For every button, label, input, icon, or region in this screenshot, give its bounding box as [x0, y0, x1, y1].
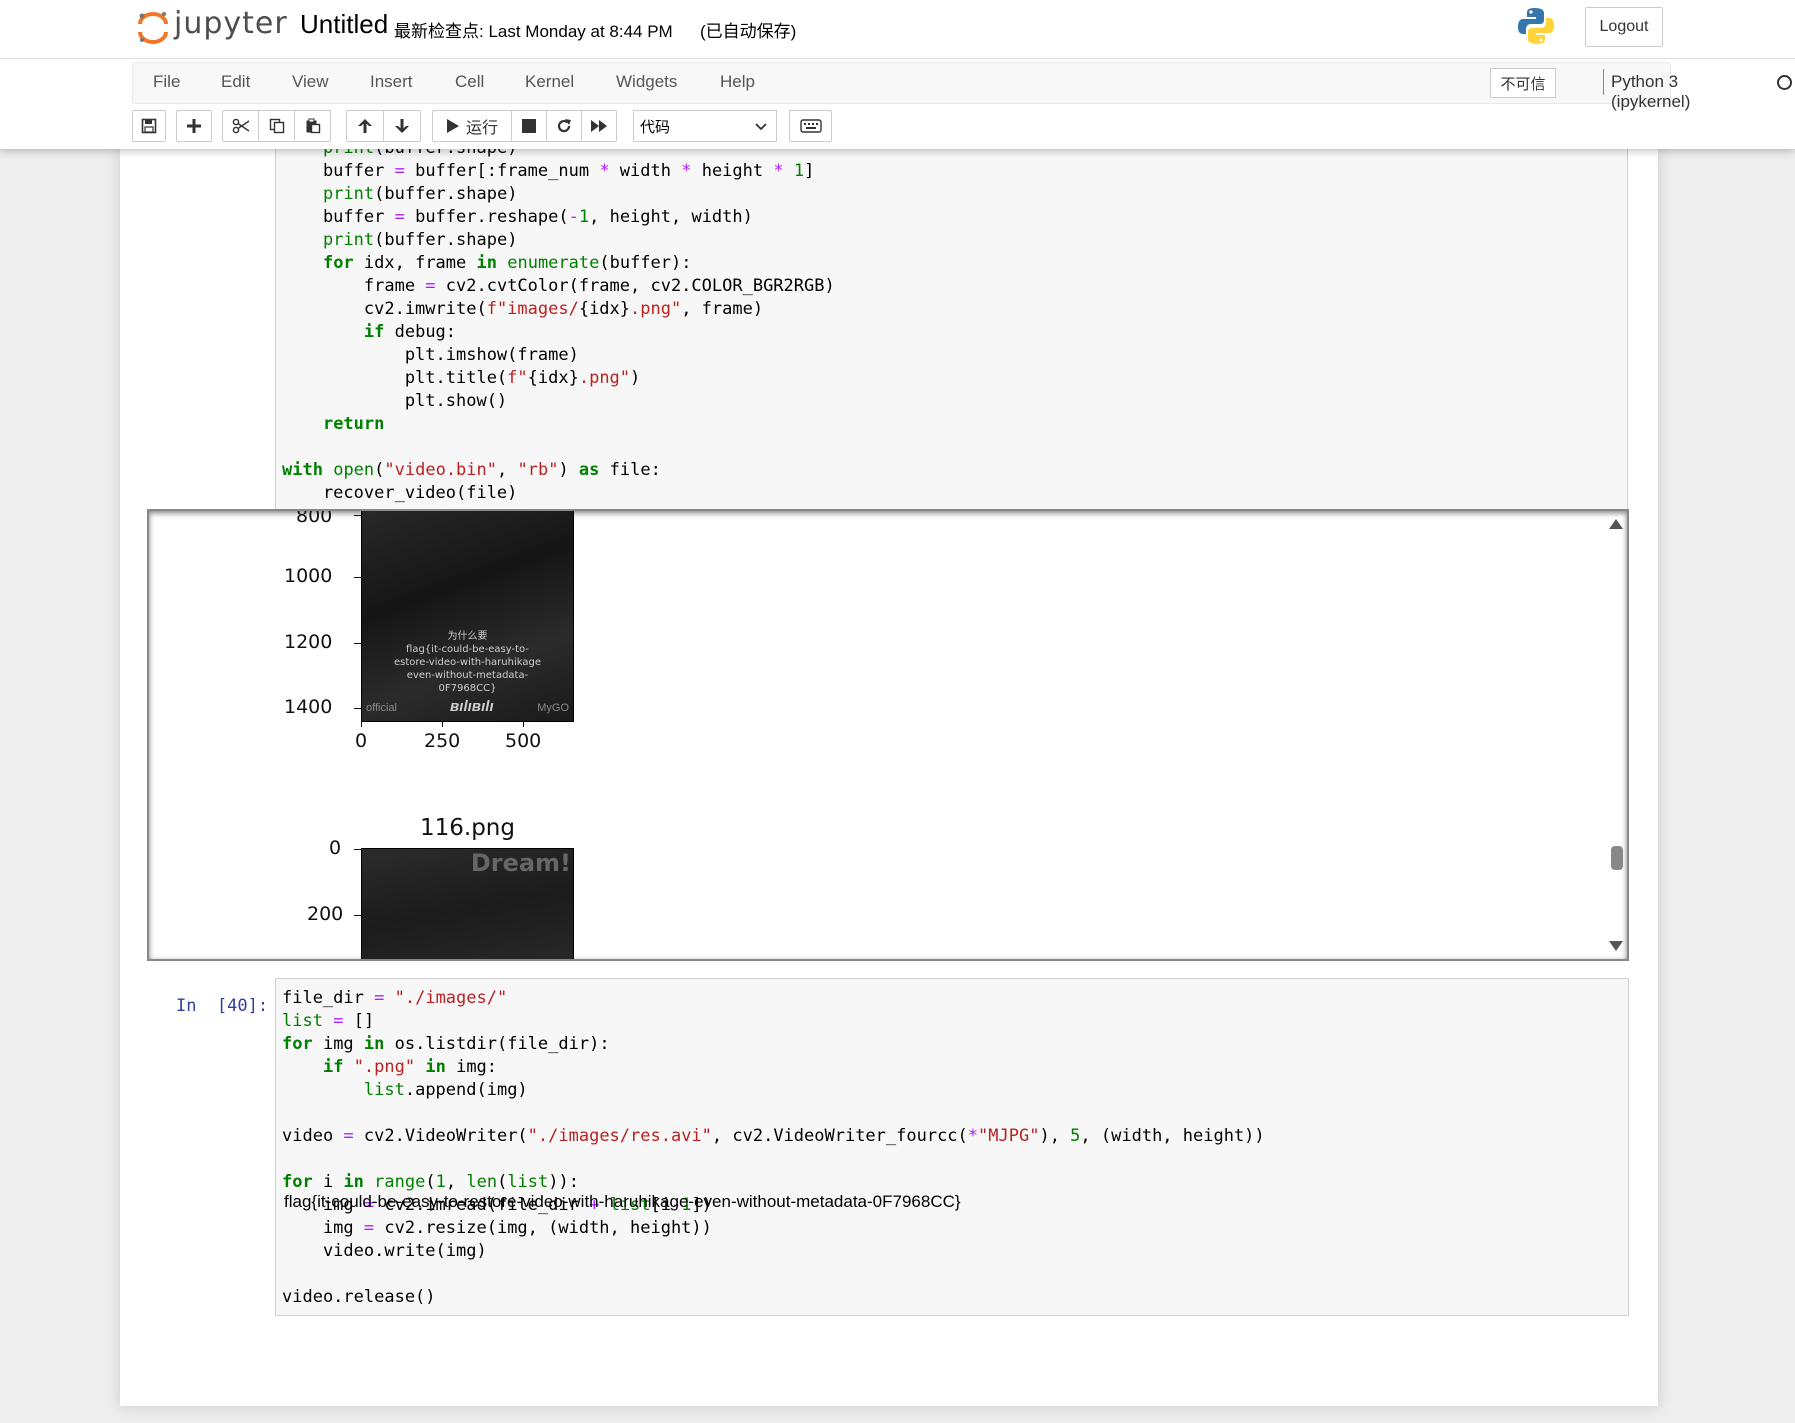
python-logo-icon	[1518, 8, 1554, 44]
x-tick-label: 500	[505, 730, 542, 752]
cell-prompt: In [40]:	[176, 996, 269, 1016]
frame-overlay-text: 为什么要 flag{it-could-be-easy-to- estore-vi…	[362, 630, 573, 695]
scrollbar-thumb[interactable]	[1611, 846, 1623, 870]
frame-footer-left: official	[366, 702, 397, 714]
y-tick-label: 0	[329, 837, 342, 859]
code-cell-2: In [40]: file_dir = "./images/" list = […	[147, 978, 1629, 1318]
logout-button[interactable]: Logout	[1585, 7, 1663, 47]
y-tick	[354, 577, 361, 578]
y-tick	[354, 708, 361, 709]
y-tick	[354, 643, 361, 644]
insert-cell-button[interactable]	[176, 110, 212, 142]
y-tick-label: 1200	[284, 631, 333, 653]
restart-icon	[557, 119, 571, 133]
copy-icon	[269, 118, 284, 134]
x-tick	[361, 720, 362, 727]
chevron-down-icon	[755, 123, 767, 131]
frame-overlay-line: estore-video-with-haruhikage	[394, 657, 541, 668]
y-tick	[354, 515, 361, 516]
copy-button[interactable]	[258, 110, 295, 142]
paste-button[interactable]	[294, 110, 331, 142]
move-down-button[interactable]	[383, 110, 421, 142]
move-button-group	[346, 110, 421, 142]
notebook-container: print(buffer.shape) buffer = buffer[:fra…	[120, 137, 1658, 1406]
x-tick-label: 0	[355, 730, 368, 752]
jupyter-logo-icon[interactable]	[136, 10, 170, 44]
run-button-group: 运行	[432, 110, 617, 142]
checkpoint-status: 最新检查点: Last Monday at 8:44 PM	[394, 22, 673, 41]
menubar: File Edit View Insert Cell Kernel Widget…	[132, 62, 1792, 111]
plus-icon	[187, 119, 201, 133]
frame-image-115: 为什么要 flag{it-could-be-easy-to- estore-vi…	[361, 511, 574, 722]
menu-widgets[interactable]: Widgets	[616, 72, 677, 92]
frame-overlay-line: 为什么要	[447, 631, 488, 642]
menu-cell[interactable]: Cell	[455, 72, 484, 92]
markdown-flag-output: flag{it-could-be-easy-to-restore-video-w…	[284, 1192, 961, 1211]
scissors-icon	[232, 118, 249, 134]
arrow-down-icon	[395, 119, 409, 133]
autosave-status: (已自动保存)	[700, 22, 797, 41]
command-palette-button[interactable]	[789, 110, 832, 142]
frame-overlay-line: even-without-metadata-	[406, 670, 529, 681]
keyboard-icon	[799, 119, 822, 133]
run-button-label: 运行	[465, 120, 498, 137]
move-up-button[interactable]	[346, 110, 384, 142]
y-tick	[354, 849, 361, 850]
kernel-name[interactable]: Python 3 (ipykernel)	[1611, 72, 1690, 112]
frame-image-116: Dream!	[361, 848, 574, 959]
run-all-button[interactable]	[581, 110, 617, 142]
kernel-separator	[1603, 69, 1604, 95]
x-tick	[523, 720, 524, 727]
save-button[interactable]	[132, 110, 166, 142]
y-tick-label: 800	[296, 509, 333, 527]
cut-button[interactable]	[222, 110, 259, 142]
header-top-bar: jupyter Untitled 最新检查点: Last Monday at 8…	[0, 0, 1795, 59]
y-tick-label: 1400	[284, 696, 333, 718]
bilibili-logo-icon: ʙılıʙılı	[450, 698, 494, 715]
cell-type-value: 代码	[640, 118, 671, 136]
frame-overlay-line: 0F7968CC}	[438, 683, 497, 694]
menu-insert[interactable]: Insert	[370, 72, 413, 92]
x-tick-label: 250	[424, 730, 461, 752]
cell-type-select[interactable]: 代码	[633, 110, 777, 142]
interrupt-button[interactable]	[511, 110, 547, 142]
play-icon	[446, 119, 459, 133]
run-button[interactable]: 运行	[432, 110, 512, 142]
fast-forward-icon	[591, 120, 607, 132]
frame-overlay-line: flag{it-could-be-easy-to-	[406, 644, 529, 655]
code-cell-1-source: print(buffer.shape) buffer = buffer[:fra…	[282, 138, 835, 503]
notebook-header: jupyter Untitled 最新检查点: Last Monday at 8…	[0, 0, 1795, 149]
scroll-up-arrow-icon[interactable]	[1609, 519, 1623, 529]
y-tick	[354, 915, 361, 916]
menu-file[interactable]: File	[153, 72, 180, 92]
jupyter-logo-text[interactable]: jupyter	[174, 6, 288, 41]
cell-1-output-scroll-area[interactable]: 为什么要 flag{it-could-be-easy-to- estore-vi…	[147, 509, 1629, 961]
y-tick-label: 1000	[284, 565, 333, 587]
menu-kernel[interactable]: Kernel	[525, 72, 574, 92]
menu-help[interactable]: Help	[720, 72, 755, 92]
menu-edit[interactable]: Edit	[221, 72, 250, 92]
restart-button[interactable]	[546, 110, 582, 142]
trusted-indicator[interactable]: 不可信	[1490, 68, 1556, 98]
kernel-idle-icon	[1777, 75, 1792, 90]
frame-watermark: Dream!	[470, 849, 571, 877]
arrow-up-icon	[358, 119, 372, 133]
save-icon	[141, 118, 157, 134]
x-tick	[442, 720, 443, 727]
edit-button-group	[222, 110, 331, 142]
scroll-down-arrow-icon[interactable]	[1609, 941, 1623, 951]
notebook-title[interactable]: Untitled	[300, 9, 388, 40]
paste-icon	[306, 118, 320, 134]
menu-view[interactable]: View	[292, 72, 329, 92]
stop-icon	[522, 119, 536, 133]
code-cell-2-source: file_dir = "./images/" list = [] for img…	[282, 988, 1265, 1307]
plot-title: 116.png	[420, 815, 515, 841]
frame-footer-right: MyGO	[537, 702, 569, 714]
code-cell-2-input[interactable]: file_dir = "./images/" list = [] for img…	[275, 978, 1629, 1316]
y-tick-label: 200	[307, 903, 344, 925]
